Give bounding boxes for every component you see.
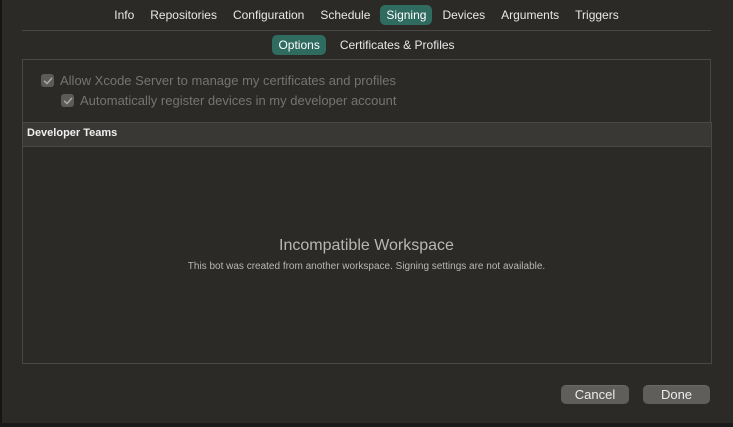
incompatible-workspace-title: Incompatible Workspace [279, 237, 454, 254]
main-tab-bar: Info Repositories Configuration Schedule… [22, 0, 711, 30]
options-right-border [710, 59, 711, 122]
tab-arguments[interactable]: Arguments [495, 5, 565, 25]
manage-certificates-label: Allow Xcode Server to manage my certific… [60, 73, 396, 88]
subtab-bar-divider [22, 59, 711, 60]
developer-teams-header-label: Developer Teams [27, 127, 118, 139]
register-devices-label: Automatically register devices in my dev… [80, 93, 397, 108]
tab-signing[interactable]: Signing [380, 5, 433, 25]
manage-certificates-option[interactable]: Allow Xcode Server to manage my certific… [41, 73, 396, 88]
window-bottom-edge [0, 423, 733, 427]
tab-repositories[interactable]: Repositories [144, 5, 223, 25]
tab-triggers[interactable]: Triggers [569, 5, 625, 25]
window-left-edge [0, 0, 2, 427]
tab-configuration[interactable]: Configuration [227, 5, 310, 25]
tab-info[interactable]: Info [108, 5, 140, 25]
signing-settings-sheet: Info Repositories Configuration Schedule… [0, 0, 733, 427]
tab-schedule[interactable]: Schedule [314, 5, 376, 25]
checkmark-icon [63, 97, 72, 104]
subtab-certificates-profiles[interactable]: Certificates & Profiles [334, 35, 461, 55]
manage-certificates-checkbox[interactable] [41, 74, 54, 87]
cancel-button[interactable]: Cancel [561, 385, 629, 404]
subtab-options[interactable]: Options [272, 35, 326, 55]
signing-subtab-bar: Options Certificates & Profiles [22, 31, 711, 59]
options-left-border [22, 59, 23, 122]
checkmark-icon [43, 77, 52, 84]
register-devices-option[interactable]: Automatically register devices in my dev… [61, 93, 396, 108]
tab-devices[interactable]: Devices [436, 5, 491, 25]
developer-teams-header: Developer Teams [23, 122, 711, 147]
register-devices-checkbox[interactable] [61, 94, 74, 107]
done-button[interactable]: Done [643, 385, 710, 404]
incompatible-workspace-message: This bot was created from another worksp… [187, 261, 546, 272]
